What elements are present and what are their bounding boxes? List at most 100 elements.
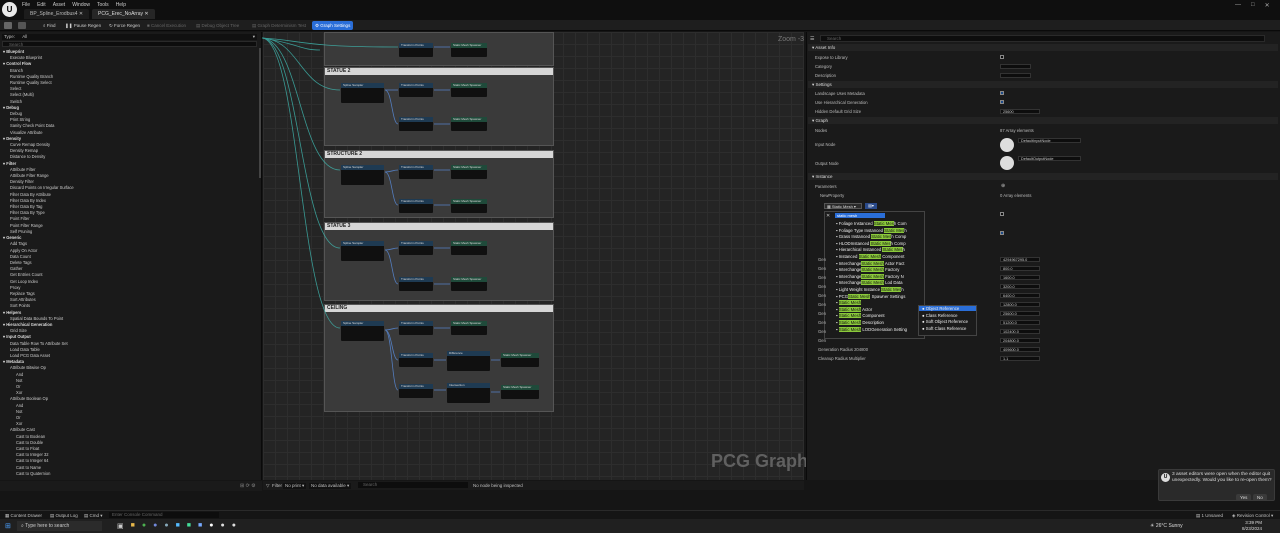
pcg-node[interactable]: Static Mesh Spawner xyxy=(450,240,488,256)
pcg-node[interactable]: Static Mesh Spawner xyxy=(450,42,488,58)
hierarchical-gen-checkbox[interactable] xyxy=(1000,100,1004,104)
pcg-node[interactable]: Transform Points xyxy=(398,42,434,58)
pcg-node[interactable]: Spline Sampler xyxy=(340,82,385,104)
pcg-node[interactable]: Transform Points xyxy=(398,383,434,399)
app-icon[interactable]: ■ xyxy=(198,522,202,530)
app-icon[interactable]: ■ xyxy=(187,522,191,530)
menu-file[interactable]: File xyxy=(22,2,30,8)
type-option[interactable]: ▪ HLODInstanced Static Mesh Comp xyxy=(836,240,906,246)
numeric-field[interactable]: 1.1 xyxy=(1000,356,1040,361)
category-field[interactable] xyxy=(1000,64,1031,69)
pcg-node[interactable]: Spline Sampler xyxy=(340,240,385,262)
filter-icon[interactable]: ▽ xyxy=(266,483,269,489)
type-option[interactable]: ▪ Static Mesh Actor xyxy=(836,306,872,312)
menu-tools[interactable]: Tools xyxy=(97,2,109,8)
description-field[interactable] xyxy=(1000,73,1031,78)
steam-icon[interactable]: ● xyxy=(164,522,168,530)
palette-scrollbar[interactable] xyxy=(259,48,261,178)
type-option[interactable]: ▪ Light Weight Instance Static Mesh xyxy=(836,287,904,292)
type-option[interactable]: ▪ Static Mesh LODGeneration Setting xyxy=(836,326,907,332)
pcg-node[interactable]: Transform Points xyxy=(398,320,434,336)
pcg-node[interactable]: Spline Sampler xyxy=(340,164,385,186)
discord-icon[interactable]: ● xyxy=(153,522,157,530)
palette-search-input[interactable]: Search xyxy=(2,41,257,47)
unreal-logo[interactable]: U xyxy=(2,2,17,17)
numeric-field[interactable]: 102400.0 xyxy=(1000,329,1040,334)
container-type-button[interactable]: ▤▾ xyxy=(865,203,877,209)
numeric-field[interactable]: 3200.0 xyxy=(1000,284,1040,289)
find-button[interactable]: ⌕ Find xyxy=(40,21,59,30)
pcg-node[interactable]: Difference xyxy=(446,350,491,372)
task-view-icon[interactable]: ▣ xyxy=(117,522,124,530)
output-node-field[interactable]: DefaultOutputNode xyxy=(1018,156,1081,161)
chrome-icon[interactable]: ● xyxy=(142,522,146,530)
yes-button[interactable]: Yes xyxy=(1236,494,1252,501)
debug-search-input[interactable]: Search xyxy=(358,482,468,488)
pcg-node[interactable]: Transform Points xyxy=(398,82,434,98)
pcg-node[interactable]: Static Mesh Spawner xyxy=(450,198,488,214)
menu-window[interactable]: Window xyxy=(72,2,90,8)
pcg-node[interactable]: Transform Points xyxy=(398,352,434,368)
filter-button[interactable]: Filter xyxy=(272,483,282,488)
save-icon[interactable] xyxy=(4,22,12,29)
numeric-field[interactable]: 6400.0 xyxy=(1000,293,1040,298)
graph-settings-button[interactable]: ⚙ Graph Settings xyxy=(312,21,354,30)
reference-option[interactable]: ● Class Reference xyxy=(922,313,958,318)
type-option[interactable]: ▪ Static Mesh xyxy=(836,300,862,306)
grid-size-dropdown[interactable]: 25600 xyxy=(1000,109,1040,114)
palette-footer-icons[interactable]: ⊞ ⟳ ⚙ xyxy=(240,483,256,489)
section-asset-info[interactable]: ▾ Asset Info xyxy=(808,44,1278,51)
type-option[interactable]: ▪ Hierarchical Instanced Static Mesh xyxy=(836,247,905,253)
section-settings[interactable]: ▾ Settings xyxy=(808,81,1278,88)
numeric-field[interactable]: 4294967295.0 xyxy=(1000,257,1040,262)
clock[interactable]: 3:39 PM 8/23/2024 xyxy=(1242,520,1262,531)
property-checkbox[interactable] xyxy=(1000,212,1004,216)
pcg-node[interactable]: Transform Points xyxy=(398,198,434,214)
menu-edit[interactable]: Edit xyxy=(37,2,46,8)
expose-checkbox[interactable] xyxy=(1000,55,1004,59)
type-filter[interactable]: Type: All ▾ xyxy=(2,34,257,40)
type-search-input[interactable]: static mesh xyxy=(835,213,885,218)
reference-option[interactable]: ● Soft Object Reference xyxy=(922,319,968,324)
data-dropdown[interactable]: No data available ▾ xyxy=(309,483,352,489)
tab-pcg-graph[interactable]: PCG_Erec_NoArray ✕ xyxy=(92,9,155,19)
type-option[interactable]: ▪ InterchangeStatic Mesh Lod Data xyxy=(836,280,903,286)
minimize-button[interactable]: — xyxy=(1235,2,1241,9)
print-dropdown[interactable]: No print ▾ xyxy=(283,483,307,489)
section-graph[interactable]: ▾ Graph xyxy=(808,117,1278,124)
type-option[interactable]: ▪ Grass Instanced Static Mesh Comp xyxy=(836,234,906,240)
force-regen-button[interactable]: ↻ Force Regen xyxy=(106,21,143,30)
comment-box[interactable]: STATUE 2 xyxy=(324,67,554,146)
close-icon[interactable]: ✕ xyxy=(826,213,830,219)
type-option[interactable]: ▪ Instanced Static Mesh Component xyxy=(836,254,904,259)
taskbar-search-input[interactable]: ⌕ Type here to search xyxy=(17,521,102,531)
pcg-node[interactable]: Transform Points xyxy=(398,164,434,180)
pcg-node[interactable]: Transform Points xyxy=(398,116,434,132)
type-option[interactable]: ▪ InterchangeStatic Mesh Actor Fact xyxy=(836,260,904,266)
palette-item[interactable]: Cast to Quaternion xyxy=(3,471,258,477)
app-icon[interactable]: ● xyxy=(221,522,225,530)
unreal-taskbar-icon[interactable]: ● xyxy=(209,522,213,530)
details-search-input[interactable]: Search xyxy=(820,35,1265,42)
menu-asset[interactable]: Asset xyxy=(53,2,66,8)
landscape-metadata-checkbox[interactable] xyxy=(1000,91,1004,95)
reference-option[interactable]: ● Object Reference xyxy=(919,306,976,311)
type-option[interactable]: ▪ Static Mesh Description xyxy=(836,320,884,325)
input-node-field[interactable]: DefaultInputNode xyxy=(1018,138,1081,143)
menu-help[interactable]: Help xyxy=(116,2,126,8)
type-option[interactable]: ▪ Foliage Type Instanced Static Mesh xyxy=(836,227,907,233)
type-picker-dropdown[interactable]: ▦ Static Mesh ▾ xyxy=(824,203,862,209)
add-icon[interactable]: ⊕ xyxy=(1001,183,1005,189)
maximize-button[interactable]: □ xyxy=(1251,2,1255,9)
weather-widget[interactable]: ☀ 26°C Sunny xyxy=(1150,523,1183,529)
reference-option[interactable]: ● Soft Class Reference xyxy=(922,326,966,331)
cancel-execution-button[interactable]: ■ Cancel Execution xyxy=(144,21,189,30)
numeric-field[interactable]: 1600.0 xyxy=(1000,275,1040,280)
pcg-node[interactable]: Static Mesh Spawner xyxy=(450,320,488,336)
pcg-node[interactable]: Static Mesh Spawner xyxy=(500,352,540,368)
type-option[interactable]: ▪ InterchangeStatic Mesh Factory N xyxy=(836,273,904,279)
numeric-field[interactable]: 409600.0 xyxy=(1000,347,1040,352)
section-instance[interactable]: ▾ Instance xyxy=(808,173,1278,180)
pcg-node[interactable]: Static Mesh Spawner xyxy=(450,276,488,292)
property-checkbox[interactable] xyxy=(1000,231,1004,235)
